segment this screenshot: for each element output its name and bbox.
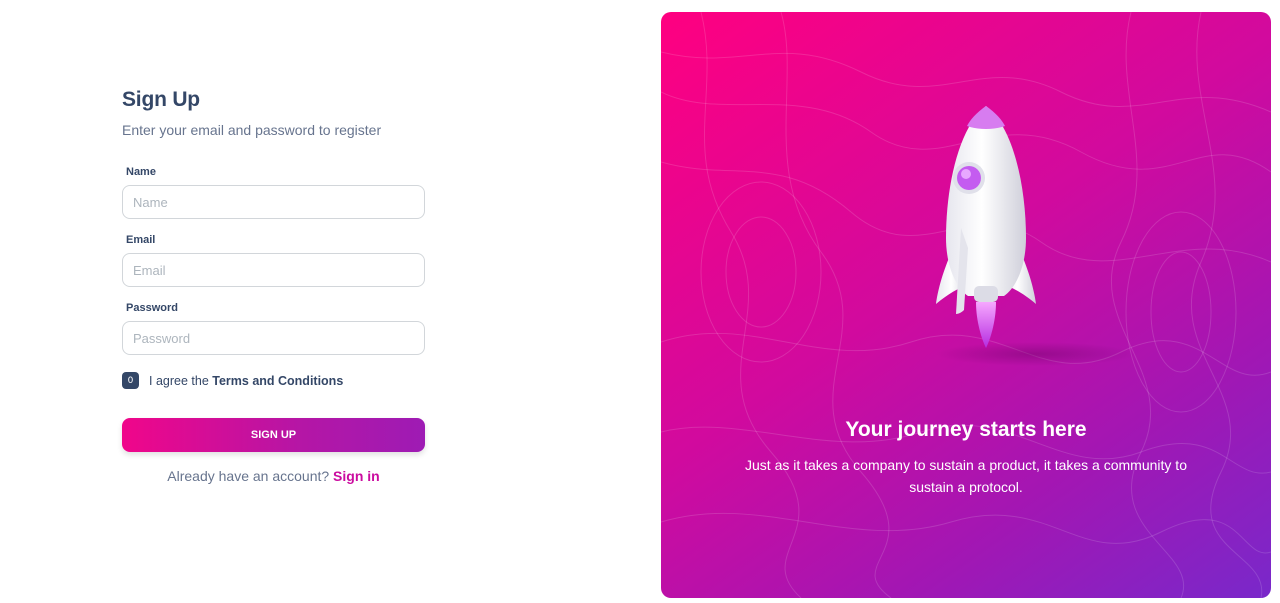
terms-agreement-text: I agree the Terms and Conditions (149, 374, 343, 388)
hero-description: Just as it takes a company to sustain a … (745, 457, 1187, 495)
email-input[interactable] (122, 253, 425, 287)
password-label: Password (126, 302, 178, 314)
password-input[interactable] (122, 321, 425, 355)
rocket-illustration (936, 106, 1136, 366)
name-label: Name (126, 166, 156, 178)
email-label: Email (126, 234, 156, 246)
signin-prompt: Already have an account? (167, 468, 334, 484)
signin-link[interactable]: Sign in (333, 468, 380, 484)
terms-checkbox[interactable]: 0 (122, 372, 139, 389)
name-input[interactable] (122, 185, 425, 219)
hero-title: Your journey starts here (845, 418, 1087, 441)
hero-panel: Your journey starts here Just as it take… (661, 12, 1271, 598)
signup-form: Sign Up Enter your email and password to… (122, 88, 425, 484)
terms-link[interactable]: Terms and Conditions (212, 374, 343, 388)
terms-agreement: 0 I agree the Terms and Conditions (122, 372, 425, 389)
signup-button[interactable]: SIGN UP (122, 418, 425, 452)
page-title: Sign Up (122, 88, 200, 111)
page-subtitle: Enter your email and password to registe… (122, 122, 382, 138)
signin-row: Already have an account? Sign in (122, 468, 425, 484)
terms-agreement-prefix: I agree the (149, 373, 213, 388)
